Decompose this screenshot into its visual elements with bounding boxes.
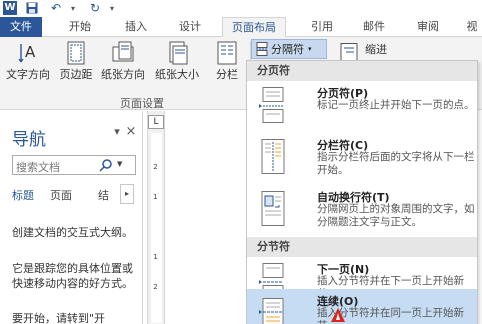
breaks-icon — [256, 42, 268, 56]
size-label: 纸张大小 — [155, 68, 199, 81]
ruler-number: 1 — [153, 253, 158, 261]
redo-icon: ↻ — [89, 1, 101, 15]
tab-review[interactable]: 审阅 — [410, 17, 446, 37]
undo-button[interactable]: ↶ — [44, 0, 68, 16]
menu-item-text-wrapping-break[interactable]: 自动换行符(T) 分隔网页上的对象周围的文字，如分隔题注文字与正文。 — [247, 185, 477, 237]
tab-mailings[interactable]: 邮件 — [356, 17, 392, 37]
section-breaks-section-header: 分节符 — [247, 237, 477, 257]
nav-options-icon[interactable]: ▾ — [110, 125, 124, 139]
nav-tab-results[interactable]: 结 — [98, 187, 109, 203]
svg-text:A: A — [25, 43, 36, 61]
breaks-button[interactable]: 分隔符 ▾ — [251, 39, 327, 59]
indent-icon[interactable] — [338, 43, 360, 61]
column-break-icon — [261, 139, 285, 174]
menu-item-column-break[interactable]: 分栏符(C) 指示分栏符后面的文字将从下一栏开始。 — [247, 133, 477, 185]
margins-icon — [67, 41, 85, 65]
nav-title: 导航 — [12, 130, 46, 150]
save-button[interactable] — [24, 0, 40, 16]
nav-search-input[interactable]: 搜索文档 ▼ — [12, 155, 136, 175]
word-logo-icon[interactable]: W — [3, 1, 17, 15]
ruler-number: 2 — [153, 163, 158, 171]
nav-tab-headings[interactable]: 标题 — [12, 187, 34, 203]
text-direction-button[interactable]: A 文字方向 — [4, 41, 52, 85]
ribbon-tab-row: 文件 开始 插入 设计 页面布局 引用 邮件 审阅 视 — [0, 17, 482, 38]
tab-selector-icon[interactable]: L — [148, 115, 164, 129]
nav-close-icon[interactable]: × — [124, 125, 138, 139]
text-direction-icon: A — [18, 43, 36, 63]
size-button[interactable]: 纸张大小 — [152, 41, 202, 85]
search-dropdown-icon[interactable]: ▼ — [117, 160, 122, 168]
nav-help-text-2: 它是跟踪您的具体位置或快速移动内容的好方式。 — [12, 262, 133, 290]
margins-label: 页边距 — [59, 68, 93, 81]
columns-button[interactable]: 分栏 — [212, 41, 242, 85]
columns-icon — [217, 41, 237, 65]
page-setup-group-label: 页面设置 — [120, 97, 164, 110]
columns-label: 分栏 — [216, 68, 238, 81]
save-icon — [26, 2, 38, 14]
indent-label: 缩进 — [365, 43, 387, 56]
nav-search-placeholder: 搜索文档 — [16, 161, 60, 174]
undo-icon: ↶ — [50, 1, 62, 15]
breaks-menu: 分页符 分页符(P) 标记一页终止并开始下一页的点。 分栏符(C) 指示分栏符后… — [246, 60, 478, 324]
text-wrapping-break-desc: 分隔网页上的对象周围的文字，如分隔题注文字与正文。 — [317, 203, 475, 228]
margins-button[interactable]: 页边距 — [56, 41, 96, 85]
page-breaks-section-header: 分页符 — [247, 61, 477, 81]
tab-page-layout[interactable]: 页面布局 — [222, 17, 286, 38]
continuous-section-icon — [259, 298, 284, 324]
nav-tab-pages[interactable]: 页面 — [50, 187, 72, 203]
breaks-label: 分隔符 — [271, 43, 304, 56]
vertical-ruler[interactable]: L 2 1 1 2 — [147, 111, 165, 324]
tab-insert[interactable]: 插入 — [118, 17, 154, 37]
page-break-icon — [259, 87, 284, 123]
breaks-dropdown-icon: ▾ — [308, 45, 312, 53]
cursor-marker-icon — [331, 308, 345, 322]
title-bar: W ↶ ▾ ↻ ▾ — [0, 0, 482, 17]
column-break-desc: 指示分栏符后面的文字将从下一栏开始。 — [317, 151, 475, 176]
ruler-page-area — [151, 133, 162, 323]
qat-customize-icon[interactable]: ▾ — [107, 0, 117, 16]
ruler-number: 2 — [153, 283, 158, 291]
tab-file[interactable]: 文件 — [0, 17, 42, 37]
tab-references[interactable]: 引用 — [304, 17, 340, 37]
page-break-desc: 标记一页终止并开始下一页的点。 — [317, 99, 475, 111]
document-area[interactable] — [166, 111, 248, 324]
orientation-icon — [112, 41, 134, 62]
tab-view[interactable]: 视 — [462, 17, 482, 37]
ruler-number: 1 — [153, 193, 158, 201]
navigation-pane: 导航 ▾ × 搜索文档 ▼ 标题 页面 结 ▸ 创建文档的交互式大纲。 它是跟踪… — [0, 111, 143, 324]
tab-design[interactable]: 设计 — [172, 17, 208, 37]
nav-tabs-scroll-right-icon[interactable]: ▸ — [120, 184, 134, 204]
nav-help-text-3: 要开始，请转到"开 — [12, 312, 106, 324]
redo-button[interactable]: ↻ — [86, 0, 104, 16]
nav-help-text-1: 创建文档的交互式大纲。 — [12, 226, 133, 239]
undo-dropdown-icon[interactable]: ▾ — [68, 0, 78, 16]
text-wrapping-break-icon — [261, 191, 285, 226]
orientation-button[interactable]: 纸张方向 — [98, 41, 148, 85]
menu-item-page-break[interactable]: 分页符(P) 标记一页终止并开始下一页的点。 — [247, 81, 477, 133]
paper-size-icon — [169, 41, 188, 65]
orientation-label: 纸张方向 — [101, 68, 145, 81]
menu-item-continuous[interactable]: 连续(O) 插入分节符并在同一页上开始新节。 — [247, 289, 477, 324]
search-icon[interactable] — [99, 158, 113, 172]
nav-tabs: 标题 页面 结 ▸ — [12, 184, 136, 207]
tab-home[interactable]: 开始 — [62, 17, 98, 37]
text-direction-label: 文字方向 — [6, 68, 50, 81]
